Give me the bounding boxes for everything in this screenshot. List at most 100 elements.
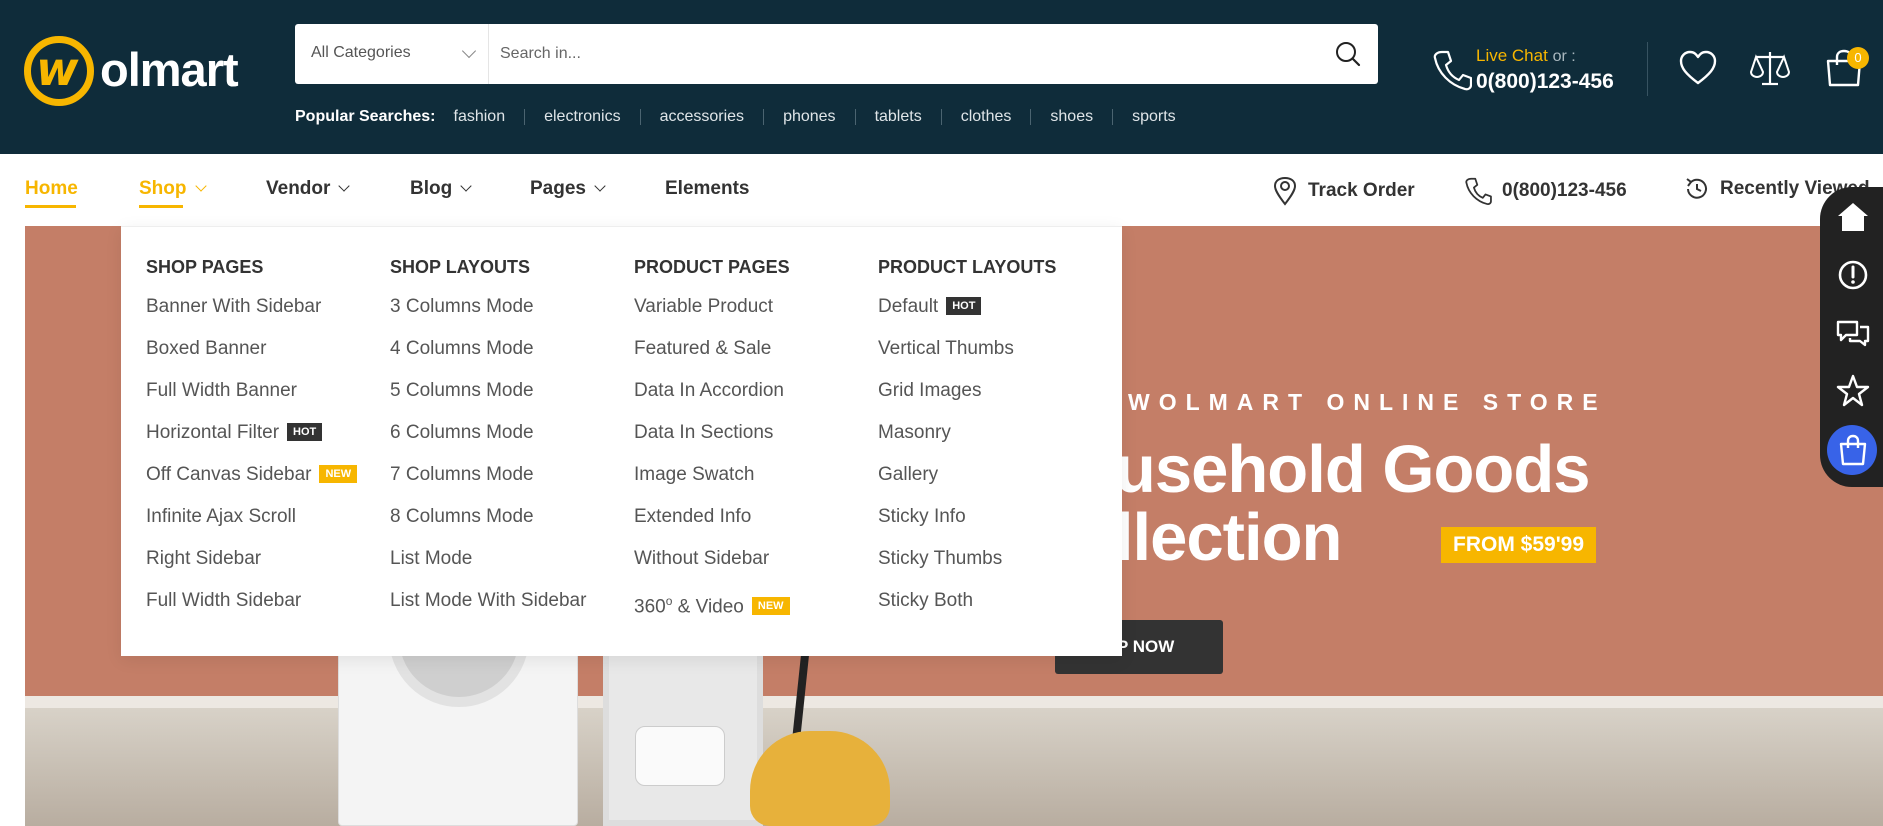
shop-mega-menu: SHOP PAGES Banner With Sidebar Boxed Ban…: [121, 226, 1122, 656]
nav-pages-label: Pages: [530, 178, 586, 199]
wishlist-heart-icon[interactable]: [1678, 48, 1718, 88]
menu-item[interactable]: Infinite Ajax Scroll: [146, 502, 357, 544]
live-chat-link[interactable]: Live Chat or :: [1476, 46, 1576, 66]
nav-shop[interactable]: Shop: [139, 178, 207, 200]
nav-blog-label: Blog: [410, 178, 453, 199]
floating-sidebar: [1820, 187, 1883, 487]
star-icon[interactable]: [1835, 373, 1871, 409]
menu-item[interactable]: Vertical Thumbs: [878, 334, 1056, 376]
menu-item[interactable]: 8 Columns Mode: [390, 502, 586, 544]
contact-block: Live Chat or : 0(800)123-456: [1432, 44, 1632, 100]
menu-item-label: 360: [634, 596, 666, 618]
floor: [25, 708, 1883, 826]
nav-home[interactable]: Home: [25, 178, 78, 200]
menu-item[interactable]: Without Sidebar: [634, 544, 790, 586]
menu-item[interactable]: Sticky Info: [878, 502, 1056, 544]
main-nav: Home Shop Vendor Blog Pages Elements Tra…: [0, 154, 1883, 226]
menu-item[interactable]: 7 Columns Mode: [390, 460, 586, 502]
nav-pages[interactable]: Pages: [530, 178, 606, 200]
home-icon[interactable]: [1835, 199, 1871, 235]
nav-vendor[interactable]: Vendor: [266, 178, 351, 200]
menu-column-product-pages: PRODUCT PAGES Variable Product Featured …: [634, 257, 790, 628]
menu-item[interactable]: Extended Info: [634, 502, 790, 544]
menu-item[interactable]: Featured & Sale: [634, 334, 790, 376]
chevron-down-icon: [461, 43, 477, 59]
live-chat-label: Live Chat: [1476, 46, 1548, 65]
popular-link[interactable]: electronics: [524, 109, 639, 125]
menu-item-off-canvas[interactable]: Off Canvas Sidebar NEW: [146, 460, 358, 502]
nav-blog[interactable]: Blog: [410, 178, 472, 200]
menu-item[interactable]: 3 Columns Mode: [390, 292, 586, 334]
popular-link[interactable]: clothes: [940, 109, 1031, 125]
nav-elements[interactable]: Elements: [665, 178, 749, 200]
menu-item[interactable]: Right Sidebar: [146, 544, 357, 586]
menu-item-horizontal-filter[interactable]: Horizontal Filter HOT: [146, 418, 357, 460]
compare-scale-icon[interactable]: [1750, 48, 1790, 88]
chevron-down-icon: [194, 180, 207, 192]
shopping-bag-icon[interactable]: [1835, 432, 1871, 468]
location-pin-icon: [1273, 176, 1297, 206]
menu-item[interactable]: Boxed Banner: [146, 334, 357, 376]
menu-column-product-layouts: PRODUCT LAYOUTS Default HOT Vertical Thum…: [878, 257, 1056, 628]
menu-item[interactable]: Image Swatch: [634, 460, 790, 502]
menu-item[interactable]: Data In Accordion: [634, 376, 790, 418]
menu-item[interactable]: Sticky Thumbs: [878, 544, 1056, 586]
info-alert-icon[interactable]: [1835, 257, 1871, 293]
hero-eyebrow: WOLMART ONLINE STORE: [1128, 389, 1607, 415]
menu-item-default[interactable]: Default HOT: [878, 292, 1056, 334]
menu-item[interactable]: List Mode With Sidebar: [390, 586, 586, 628]
hero-title-line1: ousehold Goods: [1075, 432, 1591, 507]
vacuum-image: [750, 731, 890, 826]
category-select[interactable]: All Categories: [295, 24, 489, 84]
toaster-image: [635, 726, 725, 786]
chevron-down-icon: [338, 180, 351, 192]
menu-item[interactable]: List Mode: [390, 544, 586, 586]
phone-icon: [1465, 177, 1492, 206]
chat-bubbles-icon[interactable]: [1835, 315, 1871, 351]
popular-searches-label: Popular Searches:: [295, 108, 436, 125]
wolmart-logo[interactable]: w olmart: [24, 34, 244, 106]
menu-item[interactable]: Variable Product: [634, 292, 790, 334]
menu-item[interactable]: 5 Columns Mode: [390, 376, 586, 418]
new-badge: NEW: [751, 597, 790, 616]
menu-column-title: PRODUCT LAYOUTS: [878, 257, 1057, 277]
price-badge: FROM $59'99: [1441, 527, 1597, 563]
menu-item[interactable]: 4 Columns Mode: [390, 334, 586, 376]
divider: [1647, 42, 1648, 96]
popular-link[interactable]: shoes: [1030, 109, 1112, 125]
menu-item-360-video[interactable]: 360o & Video NEW: [634, 586, 790, 628]
menu-item[interactable]: Full Width Banner: [146, 376, 357, 418]
popular-link[interactable]: tablets: [854, 109, 941, 125]
popular-link[interactable]: sports: [1112, 109, 1195, 125]
nav-phone-number: 0(800)123-456: [1502, 180, 1627, 201]
nav-phone: 0(800)123-456: [1464, 176, 1627, 206]
popular-link[interactable]: phones: [763, 109, 855, 125]
search-button[interactable]: [1332, 38, 1364, 70]
popular-link[interactable]: fashion: [454, 109, 525, 125]
new-badge: NEW: [319, 465, 358, 483]
history-clock-icon: [1686, 178, 1707, 199]
top-header: w olmart All Categories Popular Searches…: [0, 0, 1883, 154]
degree-sup: o: [665, 594, 673, 608]
header-phone-number: 0(800)123-456: [1476, 70, 1614, 93]
logo-letter: w: [36, 42, 79, 96]
menu-item[interactable]: 6 Columns Mode: [390, 418, 586, 460]
menu-item[interactable]: Banner With Sidebar: [146, 292, 357, 334]
nav-vendor-label: Vendor: [266, 178, 331, 199]
track-order-label: Track Order: [1308, 180, 1415, 201]
menu-item[interactable]: Sticky Both: [878, 586, 1056, 628]
menu-item[interactable]: Data In Sections: [634, 418, 790, 460]
nav-home-underline: [25, 205, 76, 208]
menu-column-shop-pages: SHOP PAGES Banner With Sidebar Boxed Ban…: [146, 257, 358, 628]
menu-item[interactable]: Grid Images: [878, 376, 1056, 418]
popular-link[interactable]: accessories: [639, 109, 763, 125]
menu-item[interactable]: Full Width Sidebar: [146, 586, 357, 628]
menu-item-label: Off Canvas Sidebar: [146, 464, 312, 485]
menu-column-title: SHOP LAYOUTS: [390, 257, 531, 277]
chevron-down-icon: [460, 180, 472, 192]
menu-column-shop-layouts: SHOP LAYOUTS 3 Columns Mode 4 Columns Mo…: [390, 257, 586, 628]
menu-item[interactable]: Masonry: [878, 418, 1056, 460]
track-order-link[interactable]: Track Order: [1272, 176, 1415, 206]
menu-item[interactable]: Gallery: [878, 460, 1056, 502]
search-input[interactable]: [500, 24, 1320, 84]
